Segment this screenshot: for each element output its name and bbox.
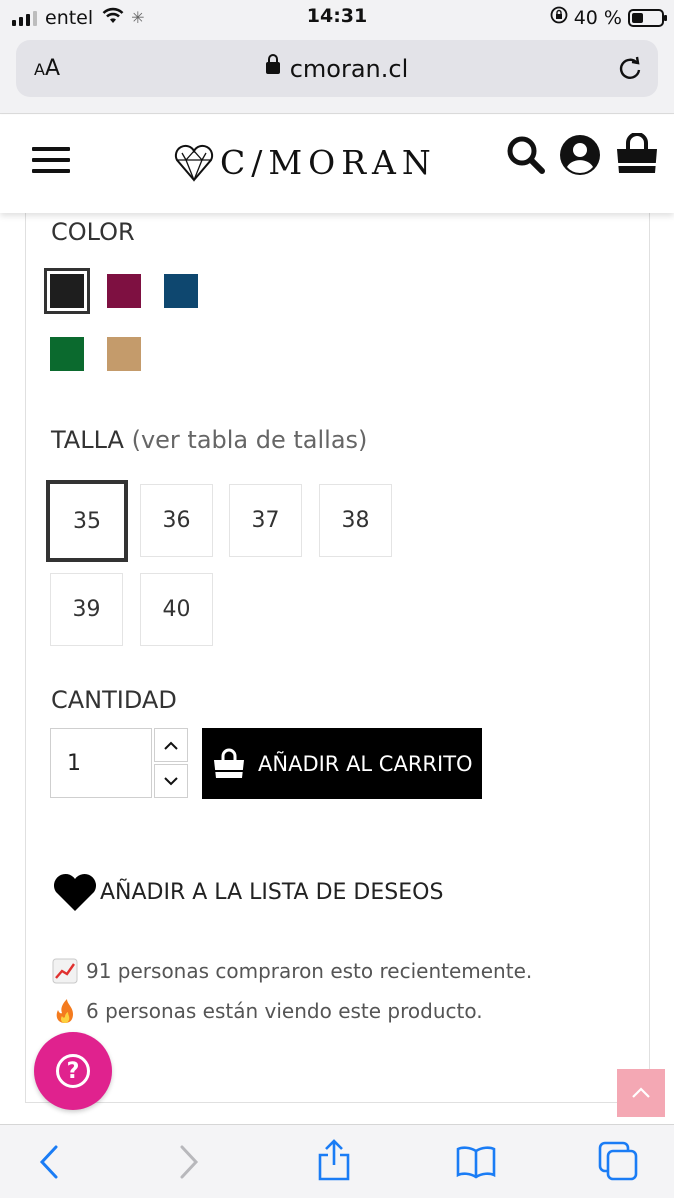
color-swatch-tan[interactable]	[107, 337, 141, 371]
book-icon	[456, 1146, 496, 1179]
share-icon	[318, 1139, 350, 1181]
browser-chrome: AA cmoran.cl	[0, 36, 674, 114]
menu-icon[interactable]	[32, 147, 70, 175]
shopping-bag-icon[interactable]	[614, 132, 660, 181]
color-swatch-navy[interactable]	[164, 274, 198, 308]
back-button[interactable]	[36, 1143, 62, 1185]
heart-icon	[53, 873, 97, 911]
shopping-bag-icon	[214, 748, 244, 778]
battery-icon	[628, 8, 667, 27]
orientation-lock-icon	[550, 6, 568, 29]
share-button[interactable]	[316, 1139, 352, 1185]
url-display[interactable]: cmoran.cl	[16, 54, 658, 83]
size-option-40[interactable]: 40	[140, 573, 213, 646]
heart-gem-logo-icon	[174, 144, 214, 182]
site-logo[interactable]: C/MORAN	[174, 143, 437, 182]
current-viewers-notice: 6 personas están viendo este producto.	[52, 998, 483, 1024]
back-to-top-button[interactable]	[617, 1069, 665, 1117]
chevron-up-icon	[164, 741, 178, 750]
padlock-icon	[265, 54, 280, 74]
quantity-input[interactable]: 1	[50, 728, 152, 798]
chevron-left-icon	[39, 1145, 58, 1179]
add-to-cart-button[interactable]: AÑADIR AL CARRITO	[202, 728, 482, 799]
bookmarks-button[interactable]	[456, 1145, 496, 1183]
size-option-35[interactable]: 35	[46, 480, 128, 562]
current-viewers-text: 6 personas están viendo este producto.	[86, 999, 483, 1023]
size-label-row: TALLA (ver tabla de tallas)	[51, 426, 367, 454]
recent-purchases-notice: 91 personas compraron esto recientemente…	[52, 958, 532, 984]
size-option-36[interactable]: 36	[140, 484, 213, 557]
size-chart-link[interactable]: (ver tabla de tallas)	[132, 426, 368, 454]
fire-icon	[56, 999, 73, 1023]
chevron-down-icon	[164, 776, 178, 785]
browser-toolbar	[0, 1124, 674, 1198]
color-swatch-black[interactable]	[44, 268, 90, 314]
size-label: TALLA	[51, 426, 124, 454]
quantity-decrease-button[interactable]	[154, 764, 188, 798]
search-icon[interactable]	[504, 133, 548, 181]
tabs-icon	[598, 1141, 638, 1181]
logo-text: C/MORAN	[220, 143, 437, 182]
color-swatch-green[interactable]	[50, 337, 84, 371]
size-option-38[interactable]: 38	[319, 484, 392, 557]
tabs-button[interactable]	[598, 1141, 640, 1185]
battery-percent: 40 %	[573, 6, 622, 29]
chevron-right-icon	[180, 1145, 199, 1179]
size-option-39[interactable]: 39	[50, 573, 123, 646]
address-bar[interactable]: AA cmoran.cl	[16, 40, 658, 97]
help-chat-button[interactable]: ?	[34, 1032, 112, 1110]
size-option-37[interactable]: 37	[229, 484, 302, 557]
add-to-cart-label: AÑADIR AL CARRITO	[258, 751, 473, 776]
battery-fill	[632, 12, 644, 23]
color-swatch-burgundy[interactable]	[107, 274, 141, 308]
site-header: C/MORAN	[0, 115, 674, 213]
reload-icon[interactable]	[616, 54, 644, 82]
chart-increasing-icon	[52, 958, 78, 984]
recent-purchases-text: 91 personas compraron esto recientemente…	[86, 959, 533, 983]
color-label: COLOR	[51, 218, 135, 246]
quantity-label: CANTIDAD	[51, 686, 177, 714]
url-text: cmoran.cl	[289, 55, 409, 83]
account-icon[interactable]	[558, 133, 602, 181]
wishlist-label: AÑADIR A LA LISTA DE DESEOS	[100, 879, 444, 905]
chevron-up-icon	[632, 1087, 650, 1098]
add-to-wishlist-link[interactable]: AÑADIR A LA LISTA DE DESEOS	[52, 872, 443, 912]
question-mark-icon: ?	[56, 1054, 90, 1088]
forward-button[interactable]	[176, 1143, 202, 1185]
status-right: 40 %	[550, 6, 667, 29]
status-bar: entel ✳ 14:31 40 %	[0, 0, 674, 36]
quantity-increase-button[interactable]	[154, 728, 188, 762]
